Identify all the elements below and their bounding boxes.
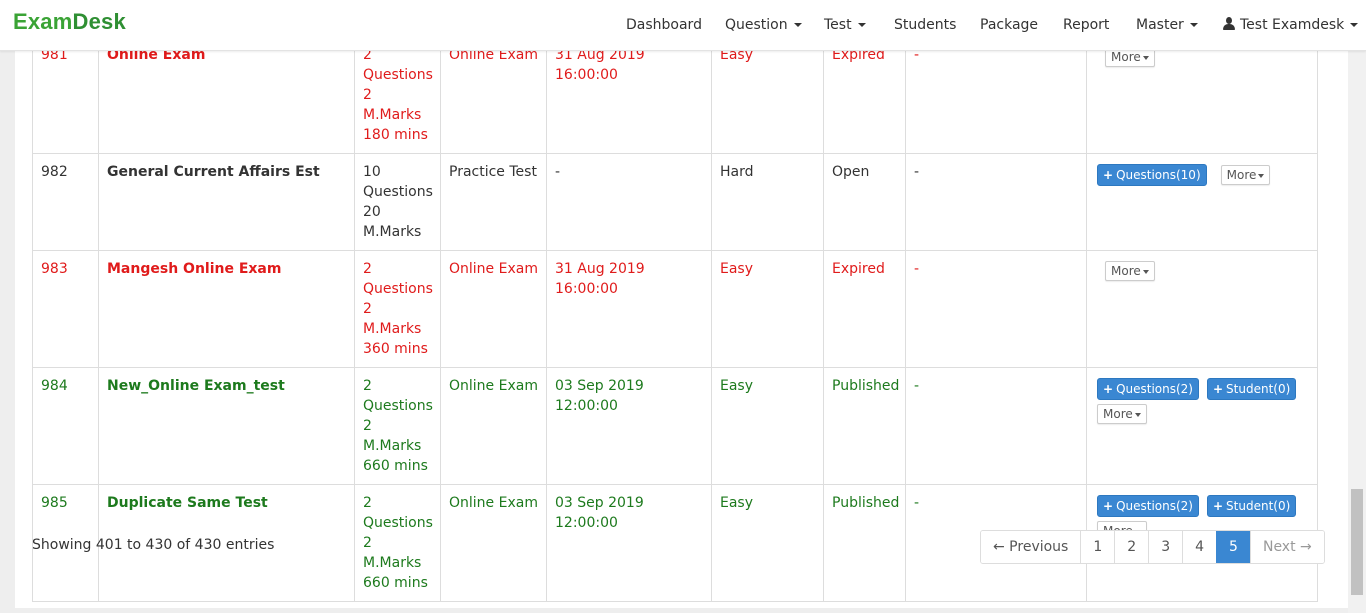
test-question-info: 2 Questions 2 M.Marks 360 mins: [354, 250, 441, 368]
test-date: 31 Aug 2019 16:00:00: [546, 250, 712, 368]
nav-students[interactable]: Students: [894, 17, 956, 33]
pagination: ← Previous 1 2 3 4 5 Next →: [980, 530, 1325, 564]
test-id: 984: [32, 367, 99, 485]
tests-table: 981 Online Exam 2 Questions 2 M.Marks 180 m…: [32, 36, 1318, 602]
test-extra: -: [905, 153, 1087, 251]
chevron-down-icon: [793, 23, 802, 27]
table-row: 982 General Current Affairs Est 10 Questi…: [32, 153, 1318, 251]
test-name[interactable]: General Current Affairs Est: [98, 153, 355, 251]
more-dropdown-button[interactable]: More: [1105, 261, 1155, 281]
test-question-info: 2 Questions 2 M.Marks 660 mins: [354, 367, 441, 485]
test-type: Online Exam: [440, 250, 547, 368]
pagination-previous[interactable]: ← Previous: [981, 531, 1081, 563]
chevron-down-icon: [1142, 55, 1149, 60]
pagination-page-1[interactable]: 1: [1080, 531, 1115, 563]
test-status: Expired: [823, 36, 906, 154]
test-status: Published: [823, 484, 906, 602]
chevron-down-icon: [1350, 23, 1359, 27]
test-id: 983: [32, 250, 99, 368]
test-id: 981: [32, 36, 99, 154]
chevron-down-icon: [1189, 23, 1198, 27]
test-name[interactable]: Mangesh Online Exam: [98, 250, 355, 368]
test-status: Expired: [823, 250, 906, 368]
user-icon: [1223, 17, 1235, 30]
add-questions-button[interactable]: + Questions(2): [1097, 495, 1199, 517]
nav-master[interactable]: Master: [1136, 17, 1198, 33]
test-level: Easy: [711, 36, 824, 154]
pagination-page-4[interactable]: 4: [1182, 531, 1217, 563]
top-navbar: ExamDesk Dashboard Question Test Student…: [0, 0, 1366, 51]
test-date: 03 Sep 2019 12:00:00: [546, 367, 712, 485]
test-status: Published: [823, 367, 906, 485]
pagination-next[interactable]: Next →: [1249, 531, 1324, 563]
nav-user-menu[interactable]: Test Examdesk: [1223, 17, 1359, 33]
test-date: 03 Sep 2019 12:00:00: [546, 484, 712, 602]
add-student-button[interactable]: + Student(0): [1206, 495, 1297, 517]
test-name[interactable]: New_Online Exam_test: [98, 367, 355, 485]
page-scrollbar[interactable]: [1348, 0, 1366, 613]
test-date: -: [546, 153, 712, 251]
table-row: 983 Mangesh Online Exam 2 Questions 2 M.Ma…: [32, 250, 1318, 368]
test-date: 31 Aug 2019 16:00:00: [546, 36, 712, 154]
scrollbar-thumb[interactable]: [1351, 489, 1363, 595]
add-student-button[interactable]: + Student(0): [1206, 378, 1297, 400]
chevron-down-icon: [1134, 412, 1141, 417]
test-actions: + Questions(10) More: [1086, 153, 1318, 251]
add-questions-button[interactable]: + Questions(2): [1097, 378, 1199, 400]
test-actions: More: [1086, 36, 1318, 154]
chevron-down-icon: [1258, 173, 1265, 178]
test-extra: -: [905, 250, 1087, 368]
nav-package[interactable]: Package: [980, 17, 1038, 33]
pagination-page-2[interactable]: 2: [1114, 531, 1149, 563]
table-row: 981 Online Exam 2 Questions 2 M.Marks 180 m…: [32, 36, 1318, 154]
test-extra: -: [905, 36, 1087, 154]
test-level: Easy: [711, 367, 824, 485]
test-type: Practice Test: [440, 153, 547, 251]
test-level: Easy: [711, 250, 824, 368]
pagination-page-5[interactable]: 5: [1216, 531, 1250, 563]
test-actions: +Questions(2) +Student(0) More: [1086, 367, 1318, 485]
test-actions: More: [1086, 250, 1318, 368]
brand-logo[interactable]: ExamDesk: [13, 9, 126, 35]
test-level: Hard: [711, 153, 824, 251]
test-question-info: 2 Questions 2 M.Marks 180 mins: [354, 36, 441, 154]
more-dropdown-button[interactable]: More: [1220, 165, 1271, 185]
nav-question[interactable]: Question: [725, 17, 802, 33]
test-type: Online Exam: [440, 484, 547, 602]
test-question-info: 2 Questions 2 M.Marks 660 mins: [354, 484, 441, 602]
entries-info: Showing 401 to 430 of 430 entries: [32, 537, 275, 553]
test-extra: -: [905, 367, 1087, 485]
table-row: 984 New_Online Exam_test 2 Questions 2 M.M…: [32, 367, 1318, 485]
nav-dashboard[interactable]: Dashboard: [626, 17, 702, 33]
test-question-info: 10 Questions 20 M.Marks: [354, 153, 441, 251]
chevron-down-icon: [857, 23, 866, 27]
chevron-down-icon: [1142, 269, 1149, 274]
test-status: Open: [823, 153, 906, 251]
test-id: 982: [32, 153, 99, 251]
test-type: Online Exam: [440, 36, 547, 154]
nav-test[interactable]: Test: [824, 17, 866, 33]
test-type: Online Exam: [440, 367, 547, 485]
test-level: Easy: [711, 484, 824, 602]
test-name[interactable]: Online Exam: [98, 36, 355, 154]
add-questions-button[interactable]: + Questions(10): [1097, 164, 1207, 186]
pagination-page-3[interactable]: 3: [1148, 531, 1183, 563]
nav-report[interactable]: Report: [1063, 17, 1109, 33]
more-dropdown-button[interactable]: More: [1097, 404, 1147, 424]
